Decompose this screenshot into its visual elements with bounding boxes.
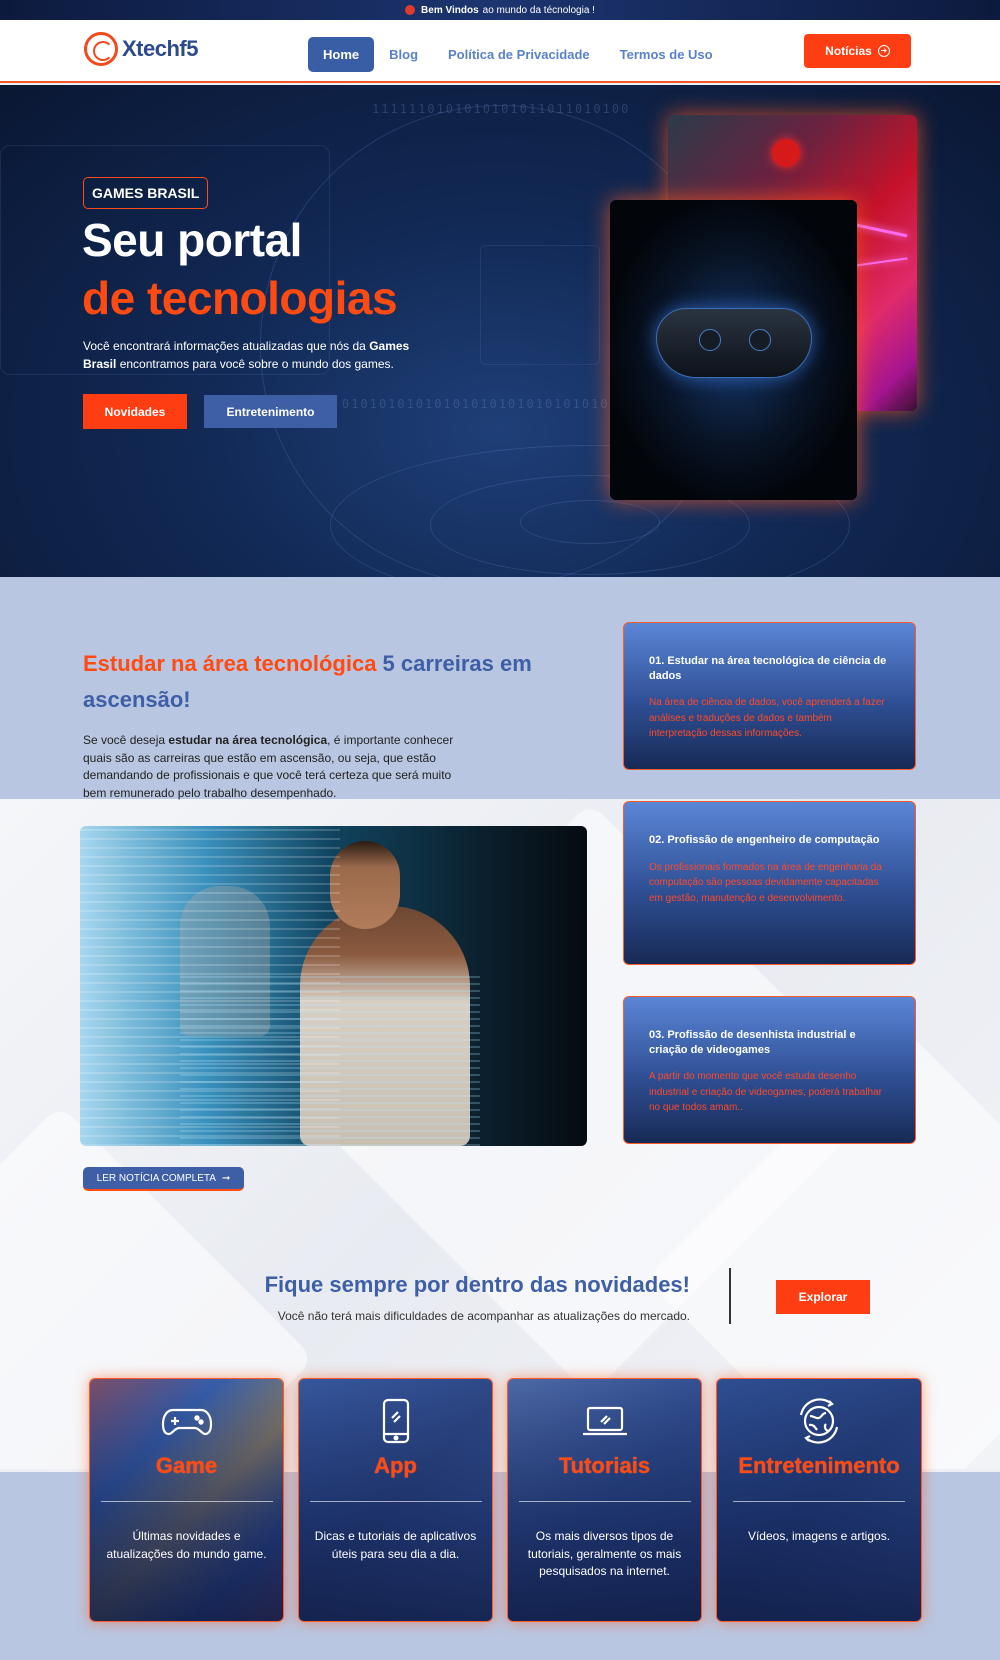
- photo-man-head: [330, 841, 400, 929]
- feature-title: Entretenimento: [738, 1453, 900, 1478]
- logo-globe-icon: [84, 32, 118, 66]
- career-card-text: A partir do momento que você estuda dese…: [649, 1071, 882, 1113]
- news-button-label: Notícias: [825, 44, 872, 58]
- news-cta-button[interactable]: Novidades: [83, 394, 187, 429]
- smartphone-icon: [366, 1398, 426, 1444]
- career-card-2[interactable]: 02. Profissão de engenheiro de computaçã…: [623, 801, 916, 965]
- feature-divider: [309, 1501, 482, 1502]
- arrow-right-circle-icon: ➜: [877, 45, 890, 57]
- nav-blog[interactable]: Blog: [374, 38, 433, 71]
- feature-title: Tutoriais: [558, 1453, 651, 1478]
- career-card-title: 01. Estudar na área tecnológica de ciênc…: [649, 655, 887, 682]
- gamepad-figure: [656, 308, 812, 378]
- careers-title: Estudar na área tecnológica 5 carreiras …: [83, 651, 532, 712]
- careers-photo: [80, 826, 587, 1146]
- nav-privacy[interactable]: Política de Privacidade: [433, 38, 605, 71]
- feature-card-entertainment[interactable]: Entretenimento Vídeos, imagens e artigos…: [716, 1378, 922, 1622]
- feature-divider: [100, 1501, 273, 1502]
- read-full-news-button[interactable]: LER NOTÍCIA COMPLETA ➞: [83, 1167, 244, 1191]
- hero-title-line1: Seu portal: [82, 214, 302, 266]
- binary-decoration: 0101010101010101010101010101010: [342, 397, 628, 411]
- career-card-3[interactable]: 03. Profissão de desenhista industrial e…: [623, 996, 916, 1144]
- feature-text: Dicas e tutoriais de aplicativos úteis p…: [314, 1529, 477, 1561]
- divider: [729, 1268, 731, 1324]
- hero-section: 1111110101010101011011010100 01010101010…: [0, 85, 1000, 577]
- feature-card-app[interactable]: App Dicas e tutoriais de aplicativos úte…: [298, 1378, 493, 1622]
- nav-terms[interactable]: Termos de Uso: [605, 38, 728, 71]
- logo[interactable]: Xtechf5: [84, 32, 198, 66]
- arrow-right-icon: ➞: [221, 1172, 231, 1184]
- newsletter-title: Fique sempre por dentro das novidades!: [264, 1272, 690, 1297]
- globe-refresh-icon: [789, 1398, 849, 1444]
- main-nav: Home Blog Política de Privacidade Termos…: [308, 37, 728, 72]
- career-card-text: Na área de ciência de dados, você aprend…: [649, 697, 885, 739]
- feature-text: Vídeos, imagens e artigos.: [747, 1529, 891, 1543]
- feature-text: Os mais diversos tipos de tutoriais, ger…: [527, 1529, 682, 1578]
- hero-title-line2: de tecnologias: [82, 272, 398, 324]
- gamepad-icon: [157, 1401, 217, 1441]
- career-card-title: 02. Profissão de engenheiro de computaçã…: [649, 834, 880, 846]
- entertainment-cta-button[interactable]: Entretenimento: [204, 395, 337, 428]
- career-card-text: Os profissionais formados na área de eng…: [649, 861, 882, 904]
- hero-tag: GAMES BRASIL: [83, 177, 209, 209]
- welcome-text: ao mundo da técnologia !: [482, 4, 595, 16]
- binary-decoration: 1111110101010101011011010100: [372, 102, 631, 116]
- globe-icon: [405, 5, 416, 15]
- laptop-icon: [575, 1401, 635, 1441]
- circuit-decoration: [480, 245, 600, 365]
- careers-description: Se você deseja estudar na área tecnológi…: [83, 733, 454, 800]
- welcome-bold: Bem Vindos: [421, 4, 479, 16]
- hero-image-controller: [610, 200, 857, 500]
- site-header: Xtechf5 Home Blog Política de Privacidad…: [0, 20, 1000, 83]
- feature-text: Últimas novidades e atualizações do mund…: [106, 1529, 267, 1561]
- feature-divider: [733, 1501, 905, 1502]
- hero-description: Você encontrará informações atualizadas …: [83, 339, 410, 371]
- stick-decoration: [749, 329, 771, 351]
- feature-title: Game: [155, 1453, 218, 1478]
- helmet-figure: [772, 139, 800, 167]
- news-button[interactable]: Notícias ➜: [804, 34, 911, 68]
- welcome-bar: Bem Vindos ao mundo da técnologia !: [0, 0, 1000, 20]
- feature-card-game[interactable]: Game Últimas novidades e atualizações do…: [89, 1378, 284, 1622]
- feature-card-tutorials[interactable]: Tutoriais Os mais diversos tipos de tuto…: [507, 1378, 702, 1622]
- career-card-1[interactable]: 01. Estudar na área tecnológica de ciênc…: [623, 622, 916, 770]
- stick-decoration: [699, 329, 721, 351]
- feature-divider: [518, 1501, 691, 1502]
- photo-code-overlay: [180, 976, 480, 1146]
- nav-home[interactable]: Home: [308, 37, 375, 72]
- explore-button[interactable]: Explorar: [776, 1280, 870, 1314]
- feature-title: App: [374, 1453, 417, 1478]
- newsletter-subtitle: Você não terá mais dificuldades de acomp…: [277, 1309, 690, 1323]
- read-full-news-label: LER NOTÍCIA COMPLETA: [96, 1172, 216, 1184]
- career-card-title: 03. Profissão de desenhista industrial e…: [649, 1029, 856, 1056]
- logo-text: Xtechf5: [122, 36, 198, 61]
